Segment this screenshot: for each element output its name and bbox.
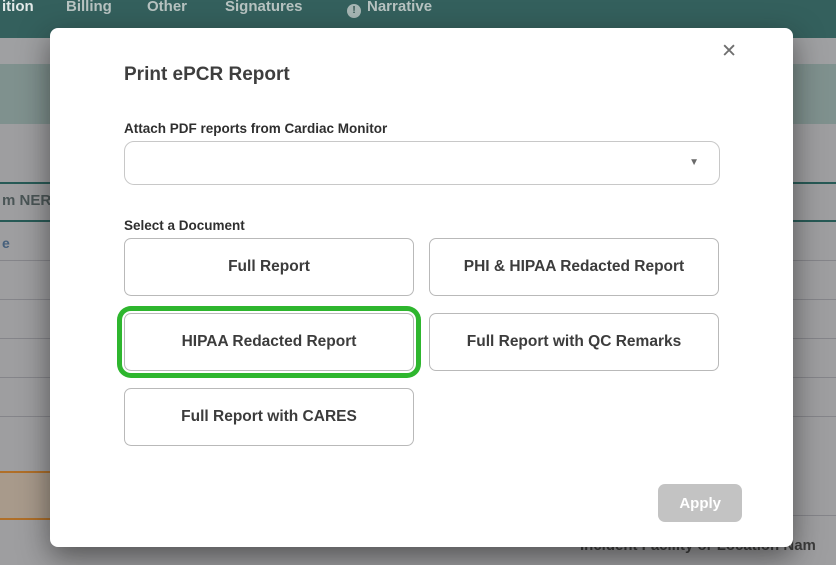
doc-btn-hipaa-redacted[interactable]: HIPAA Redacted Report bbox=[124, 313, 414, 371]
cardiac-monitor-dropdown[interactable]: ▼ bbox=[124, 141, 720, 185]
close-icon[interactable]: ✕ bbox=[717, 38, 741, 65]
neris-button-fragment: m NER bbox=[2, 192, 51, 209]
tab-signatures[interactable]: Signatures bbox=[225, 0, 303, 15]
background-text-fragment: e bbox=[2, 235, 10, 251]
tab-narrative[interactable]: ! Narrative bbox=[347, 0, 432, 18]
select-document-label: Select a Document bbox=[124, 218, 245, 233]
warning-icon: ! bbox=[347, 4, 361, 18]
doc-btn-phi-hipaa-redacted[interactable]: PHI & HIPAA Redacted Report bbox=[429, 238, 719, 296]
chevron-down-icon: ▼ bbox=[689, 157, 699, 168]
tab-other[interactable]: Other bbox=[147, 0, 187, 15]
doc-btn-full-report-cares[interactable]: Full Report with CARES bbox=[124, 388, 414, 446]
tab-billing[interactable]: Billing bbox=[66, 0, 112, 15]
dialog-title: Print ePCR Report bbox=[124, 64, 290, 86]
document-options-grid: Full Report PHI & HIPAA Redacted Report … bbox=[124, 238, 719, 446]
doc-btn-full-report[interactable]: Full Report bbox=[124, 238, 414, 296]
app-screen: ition Billing Other Signatures ! Narrativ… bbox=[0, 0, 836, 565]
tab-narrative-label: Narrative bbox=[367, 0, 432, 15]
doc-btn-full-report-qc[interactable]: Full Report with QC Remarks bbox=[429, 313, 719, 371]
print-epcr-report-dialog: ✕ Print ePCR Report Attach PDF reports f… bbox=[50, 28, 793, 547]
tab-disposition-partial[interactable]: ition bbox=[2, 0, 34, 15]
attach-pdf-label: Attach PDF reports from Cardiac Monitor bbox=[124, 121, 387, 136]
apply-button[interactable]: Apply bbox=[658, 484, 742, 522]
